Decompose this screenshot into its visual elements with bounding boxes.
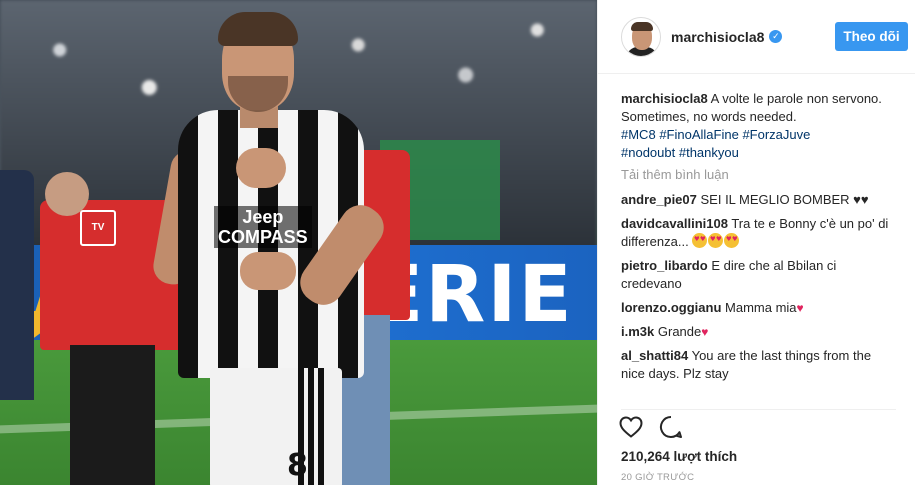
post-photo[interactable]: ERIE TV Jeep COMPASS 8 bbox=[0, 0, 597, 485]
caption-username[interactable]: marchisiocla8 bbox=[621, 91, 708, 106]
avatar-hair bbox=[631, 21, 653, 31]
comments-list: marchisiocla8 A volte le parole non serv… bbox=[621, 90, 896, 389]
heart-eyes-emoji-icon bbox=[692, 233, 708, 248]
hashtag-link[interactable]: #MC8 bbox=[621, 127, 656, 142]
red-heart-icon: ♥ bbox=[796, 301, 804, 315]
caption-text-line2: Sometimes, no words needed. bbox=[621, 109, 797, 124]
comment-username[interactable]: pietro_libardo bbox=[621, 258, 708, 273]
comment-item: al_shatti84 You are the last things from… bbox=[621, 347, 896, 383]
instagram-post: ERIE TV Jeep COMPASS 8 marchisiocla8 ✓ T… bbox=[0, 0, 915, 485]
follow-button[interactable]: Theo dõi bbox=[835, 22, 908, 51]
comment-item: i.m3k Grande♥ bbox=[621, 323, 896, 341]
caption: marchisiocla8 A volte le parole non serv… bbox=[621, 90, 896, 162]
heart-eyes-emoji-icon bbox=[708, 233, 724, 248]
hashtag-link[interactable]: #ForzaJuve bbox=[742, 127, 810, 142]
jersey-sponsor-line2: COMPASS bbox=[218, 227, 308, 247]
comment-item: andre_pie07 SEI IL MEGLIO BOMBER ♥♥ bbox=[621, 191, 896, 209]
caption-hashtags: #MC8 #FinoAllaFine #ForzaJuve #nodoubt #… bbox=[621, 127, 810, 160]
comment-username[interactable]: andre_pie07 bbox=[621, 192, 697, 207]
jersey-sponsor-line1: Jeep bbox=[242, 207, 284, 227]
comment-username[interactable]: lorenzo.oggianu bbox=[621, 300, 721, 315]
hashtag-link[interactable]: #FinoAllaFine bbox=[659, 127, 739, 142]
comment-username[interactable]: davidcavallini108 bbox=[621, 216, 728, 231]
speech-bubble-icon[interactable] bbox=[658, 414, 684, 440]
post-timestamp: 20 GIỜ TRƯỚC bbox=[621, 472, 695, 483]
comment-text: SEI IL MEGLIO BOMBER ♥♥ bbox=[700, 192, 869, 207]
comment-item: pietro_libardo E dire che al Bbilan ci c… bbox=[621, 257, 896, 293]
load-more-comments-link[interactable]: Tải thêm bình luận bbox=[621, 166, 896, 184]
heart-outline-icon[interactable] bbox=[618, 414, 644, 440]
likes-count[interactable]: 210,264 lượt thích bbox=[621, 449, 737, 464]
actions-divider bbox=[621, 409, 896, 410]
caption-text-line1: A volte le parole non servono. bbox=[710, 91, 882, 106]
staff-logo: TV bbox=[80, 210, 116, 246]
jersey-sponsor: Jeep COMPASS bbox=[214, 206, 312, 248]
player-hair bbox=[218, 12, 298, 46]
post-side-panel: marchisiocla8 ✓ Theo dõi marchisiocla8 A… bbox=[597, 0, 915, 485]
post-actions bbox=[618, 414, 684, 440]
comment-username[interactable]: al_shatti84 bbox=[621, 348, 688, 363]
verified-badge-icon: ✓ bbox=[769, 30, 783, 43]
shorts-number: 8 bbox=[287, 448, 308, 483]
player-hand-waist bbox=[240, 252, 296, 290]
post-header: marchisiocla8 ✓ Theo dõi bbox=[598, 0, 915, 74]
comment-item: davidcavallini108 Tra te e Bonny c'è un … bbox=[621, 215, 896, 251]
avatar[interactable] bbox=[621, 16, 661, 57]
player-hand-chest bbox=[236, 148, 286, 188]
staff-legs-left bbox=[70, 345, 155, 485]
comment-text: Grande bbox=[657, 324, 702, 339]
header-username[interactable]: marchisiocla8 bbox=[671, 29, 764, 45]
heart-eyes-emoji-icon bbox=[724, 233, 740, 248]
person-suit-left bbox=[0, 170, 34, 400]
red-heart-icon: ♥ bbox=[701, 325, 709, 339]
hashtag-link[interactable]: #thankyou bbox=[679, 145, 739, 160]
comment-username[interactable]: i.m3k bbox=[621, 324, 654, 339]
comment-text: Mamma mia bbox=[725, 300, 797, 315]
comment-item: lorenzo.oggianu Mamma mia♥ bbox=[621, 299, 896, 317]
hashtag-link[interactable]: #nodoubt bbox=[621, 145, 675, 160]
